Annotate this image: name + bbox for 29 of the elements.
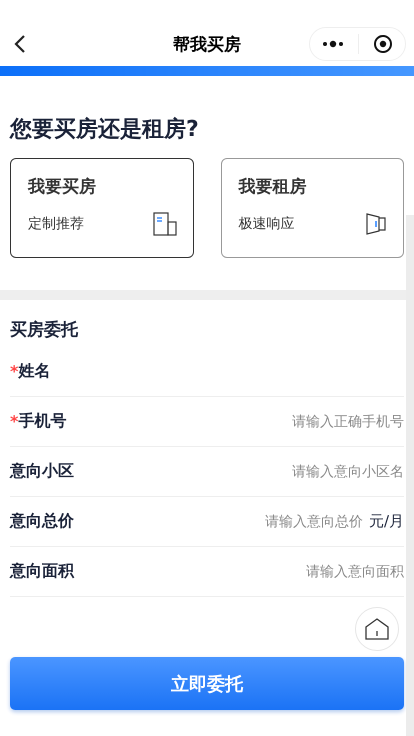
- input-field[interactable]: 请输入意向总价: [202, 514, 363, 530]
- required-mark: *: [10, 362, 18, 381]
- field-label: 姓名: [18, 361, 50, 382]
- submit-button[interactable]: 立即委托: [10, 657, 404, 710]
- building-icon: [152, 212, 176, 236]
- option-card[interactable]: 我要买房 定制推荐: [10, 158, 194, 258]
- required-mark: *: [10, 412, 18, 431]
- field-label: 意向小区: [10, 461, 74, 482]
- field-label: 手机号: [18, 411, 66, 432]
- unit-label: 元/月: [368, 512, 404, 531]
- option-title: 我要买房: [28, 176, 97, 198]
- back-icon[interactable]: [14, 34, 26, 54]
- input-field[interactable]: 请输入意向小区名: [244, 464, 404, 480]
- option-card[interactable]: 我要租房 极速响应: [220, 158, 404, 258]
- question-heading: 您要买房还是租房?: [10, 116, 200, 144]
- door-icon: [365, 212, 387, 236]
- home-button[interactable]: [355, 607, 399, 651]
- more-icon[interactable]: [322, 40, 344, 48]
- field-label: 意向面积: [10, 561, 74, 582]
- home-icon: [364, 618, 390, 640]
- input-field[interactable]: 请输入正确手机号: [244, 414, 404, 430]
- close-icon[interactable]: [373, 34, 393, 54]
- section-title: 买房委托: [10, 319, 80, 341]
- input-field[interactable]: 请输入意向面积: [244, 564, 404, 580]
- option-title: 我要租房: [238, 176, 308, 198]
- option-subtitle: 定制推荐: [28, 215, 84, 233]
- option-subtitle: 极速响应: [238, 215, 294, 233]
- field-label: 意向总价: [10, 511, 74, 532]
- page-title: 帮我买房: [173, 34, 241, 56]
